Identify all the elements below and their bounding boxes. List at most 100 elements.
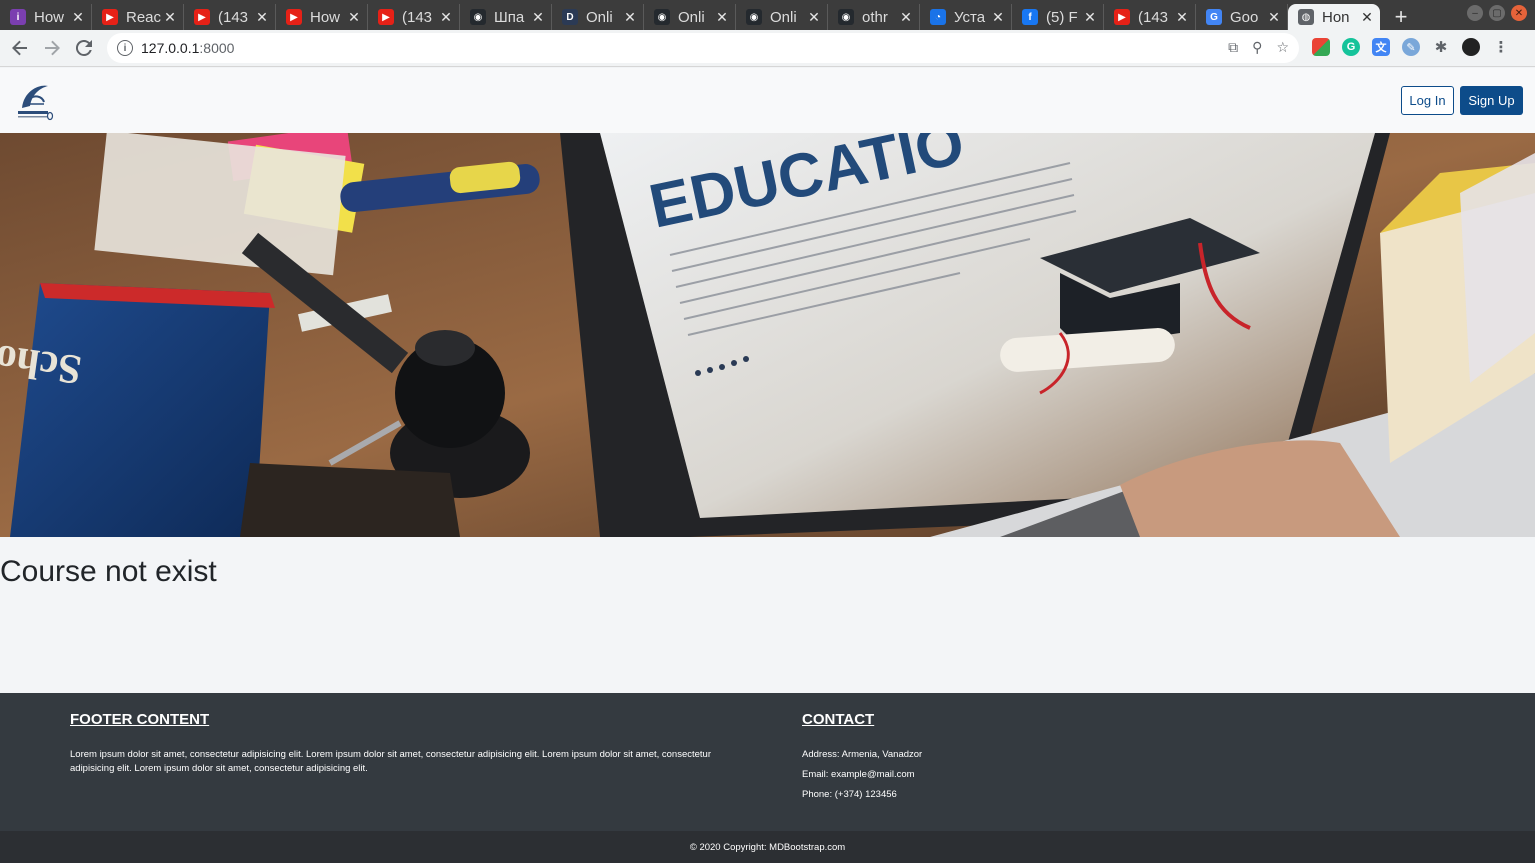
spinner-icon: ◔ <box>930 9 946 25</box>
browser-tab[interactable]: ◔ Уста ✕ <box>920 4 1012 30</box>
close-tab-icon[interactable]: ✕ <box>255 9 269 26</box>
translate-extension-icon[interactable]: 文 <box>1372 38 1390 56</box>
browser-tab[interactable]: G Goo ✕ <box>1196 4 1288 30</box>
github-icon: ◉ <box>470 9 486 25</box>
browser-tab[interactable]: ▶ (143 ✕ <box>368 4 460 30</box>
browser-tab[interactable]: ▶ Reac ✕ <box>92 4 184 30</box>
tab-title: (5) F <box>1046 8 1078 26</box>
hero-illustration: EDUCATIO School D <box>0 133 1535 537</box>
puzzle-icon[interactable]: ✱ <box>1432 38 1450 56</box>
browser-tab[interactable]: ▶ How ✕ <box>276 4 368 30</box>
tab-title: Onli <box>770 8 797 26</box>
site-logo[interactable] <box>14 80 54 121</box>
profile-avatar-icon[interactable] <box>1462 38 1480 56</box>
maximize-icon[interactable]: ▢ <box>1489 5 1505 21</box>
youtube-icon: ▶ <box>286 9 302 25</box>
close-tab-icon[interactable]: ✕ <box>347 9 361 26</box>
youtube-icon: ▶ <box>102 9 118 25</box>
youtube-icon: ▶ <box>1114 9 1130 25</box>
signup-button[interactable]: Sign Up <box>1460 86 1523 115</box>
browser-tab[interactable]: ◉ Шпа ✕ <box>460 4 552 30</box>
translate-icon[interactable]: ⧉ <box>1228 39 1238 56</box>
close-tab-icon[interactable]: ✕ <box>163 9 177 26</box>
page-title: Course not exist <box>0 555 217 588</box>
youtube-icon: ▶ <box>378 9 394 25</box>
close-tab-icon[interactable]: ✕ <box>899 9 913 26</box>
browser-tab[interactable]: D Onli ✕ <box>552 4 644 30</box>
forward-icon[interactable] <box>36 32 68 64</box>
footer-content-heading: FOOTER CONTENT <box>70 711 210 728</box>
tab-list: i How ✕ ▶ Reac ✕ ▶ (143 ✕ ▶ How ✕ ▶ (143 ✕ ◉ Шпа ✕ D Onli ✕ ◉… <box>0 4 1380 30</box>
tab-title: How <box>310 8 341 26</box>
tab-title: Onli <box>586 8 613 26</box>
bookmark-star-icon[interactable]: ☆ <box>1276 39 1289 56</box>
zoom-icon[interactable]: ⚲ <box>1252 39 1262 56</box>
close-tab-icon[interactable]: ✕ <box>439 9 453 26</box>
reload-icon[interactable] <box>68 32 100 64</box>
contact-email: Email: example@mail.com <box>802 769 915 780</box>
footer: FOOTER CONTENT Lorem ipsum dolor sit ame… <box>0 693 1535 831</box>
minimize-icon[interactable]: – <box>1467 5 1483 21</box>
github-icon: ◉ <box>838 9 854 25</box>
footer-contact-heading: CONTACT <box>802 711 875 728</box>
footer-content-text: Lorem ipsum dolor sit amet, consectetur … <box>70 749 711 774</box>
d-icon: D <box>562 9 578 25</box>
tab-title: (143 <box>218 8 249 26</box>
copyright-text: © 2020 Copyright: MDBootstrap.com <box>689 841 846 853</box>
browser-tab[interactable]: ◉ Onli ✕ <box>644 4 736 30</box>
browser-tab[interactable]: ◉ Onli ✕ <box>736 4 828 30</box>
copyright-bar: © 2020 Copyright: MDBootstrap.com <box>0 831 1535 863</box>
tab-title: Reac <box>126 8 162 26</box>
window-controls: – ▢ ✕ <box>1467 5 1527 21</box>
close-tab-icon[interactable]: ✕ <box>531 9 545 26</box>
tab-title: (143 <box>1138 8 1169 26</box>
url-text: 127.0.0.1:8000 <box>141 40 235 56</box>
tab-title: Hon <box>1322 8 1350 26</box>
close-tab-icon[interactable]: ✕ <box>1267 9 1281 26</box>
close-tab-icon[interactable]: ✕ <box>71 9 85 26</box>
login-button[interactable]: Log In <box>1401 86 1454 115</box>
menu-kebab-icon[interactable]: ⋮ <box>1492 38 1510 56</box>
tab-title: How <box>34 8 65 26</box>
close-tab-icon[interactable]: ✕ <box>715 9 729 26</box>
footer-content-column: FOOTER CONTENT Lorem ipsum dolor sit ame… <box>70 711 730 776</box>
browser-tab[interactable]: ◉ othr ✕ <box>828 4 920 30</box>
close-tab-icon[interactable]: ✕ <box>1360 9 1374 26</box>
browser-tab[interactable]: f (5) F ✕ <box>1012 4 1104 30</box>
close-tab-icon[interactable]: ✕ <box>623 9 637 26</box>
new-tab-button[interactable]: + <box>1386 4 1416 30</box>
close-window-icon[interactable]: ✕ <box>1511 5 1527 21</box>
quora-icon: i <box>10 9 26 25</box>
browser-tab[interactable]: ◍ Hon ✕ <box>1288 4 1380 30</box>
microsoft-apps-icon[interactable] <box>1312 38 1330 56</box>
globe-icon: ◍ <box>1298 9 1314 25</box>
browser-toolbar: i 127.0.0.1:8000 ⧉ ⚲ ☆ <box>0 30 1535 67</box>
close-tab-icon[interactable]: ✕ <box>1083 9 1097 26</box>
address-bar[interactable]: i 127.0.0.1:8000 ⧉ ⚲ ☆ <box>107 33 1299 63</box>
browser-tab[interactable]: ▶ (143 ✕ <box>1104 4 1196 30</box>
site-navbar: Log In Sign Up <box>0 68 1535 133</box>
browser-tab[interactable]: ▶ (143 ✕ <box>184 4 276 30</box>
grammarly-icon[interactable]: G <box>1342 38 1360 56</box>
tab-title: Goo <box>1230 8 1259 26</box>
footer-contact-column: CONTACT Address: Armenia, Vanadzor Email… <box>802 711 1102 808</box>
site-info-icon[interactable]: i <box>117 40 133 56</box>
tab-title: Уста <box>954 8 986 26</box>
browser-tab-strip: i How ✕ ▶ Reac ✕ ▶ (143 ✕ ▶ How ✕ ▶ (143 ✕ ◉ Шпа ✕ D Onli ✕ ◉… <box>0 0 1535 30</box>
tab-title: Шпа <box>494 8 525 26</box>
tab-title: othr <box>862 8 888 26</box>
close-tab-icon[interactable]: ✕ <box>1175 9 1189 26</box>
extension-icon[interactable]: ✎ <box>1402 38 1420 56</box>
close-tab-icon[interactable]: ✕ <box>807 9 821 26</box>
hero-banner: EDUCATIO School D <box>0 133 1535 537</box>
facebook-icon: f <box>1022 9 1038 25</box>
youtube-icon: ▶ <box>194 9 210 25</box>
back-icon[interactable] <box>4 32 36 64</box>
contact-address: Address: Armenia, Vanadzor <box>802 749 923 760</box>
contact-phone: Phone: (+374) 123456 <box>802 789 897 800</box>
extensions-area: G 文 ✎ ✱ ⋮ <box>1312 38 1510 56</box>
close-tab-icon[interactable]: ✕ <box>991 9 1005 26</box>
tab-title: Onli <box>678 8 705 26</box>
github-icon: ◉ <box>746 9 762 25</box>
browser-tab[interactable]: i How ✕ <box>0 4 92 30</box>
